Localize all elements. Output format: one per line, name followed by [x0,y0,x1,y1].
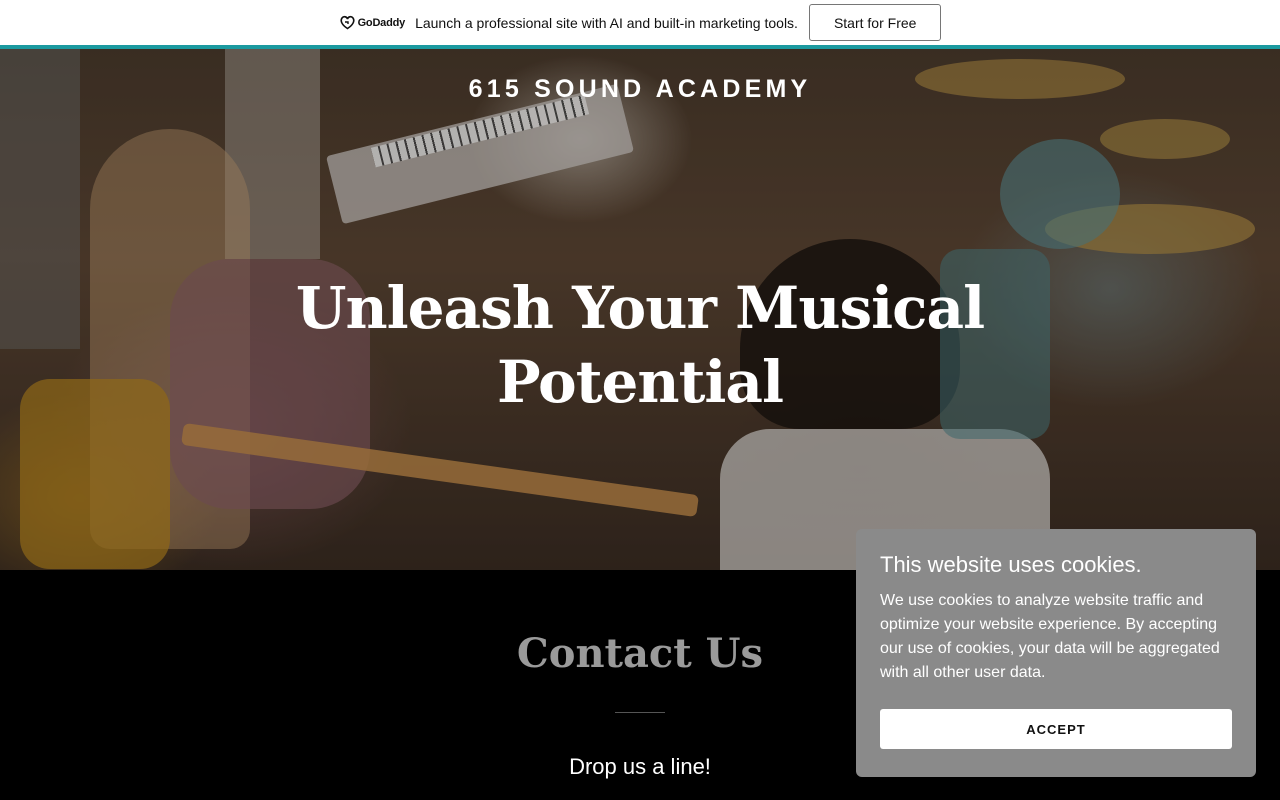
promo-content: GoDaddy Launch a professional site with … [339,4,942,41]
godaddy-logo[interactable]: GoDaddy [339,15,406,30]
site-brand[interactable]: 615 SOUND ACADEMY [0,75,1280,104]
accept-cookies-button[interactable]: ACCEPT [880,709,1232,749]
cookie-banner-body: We use cookies to analyze website traffi… [880,592,1220,681]
section-divider [615,712,665,713]
cookie-banner-title: This website uses cookies. [880,552,1142,577]
hero-headline: Unleash Your Musical Potential [295,274,985,416]
godaddy-logo-icon [340,15,355,30]
hero-section: 615 SOUND ACADEMY Unleash Your Musical P… [0,49,1280,570]
cookie-banner: This website uses cookies. We use cookie… [856,529,1256,777]
godaddy-logo-text: GoDaddy [357,16,406,29]
start-for-free-button[interactable]: Start for Free [808,4,942,41]
promo-message: Launch a professional site with AI and b… [415,14,798,31]
promo-bar: GoDaddy Launch a professional site with … [0,0,1280,45]
